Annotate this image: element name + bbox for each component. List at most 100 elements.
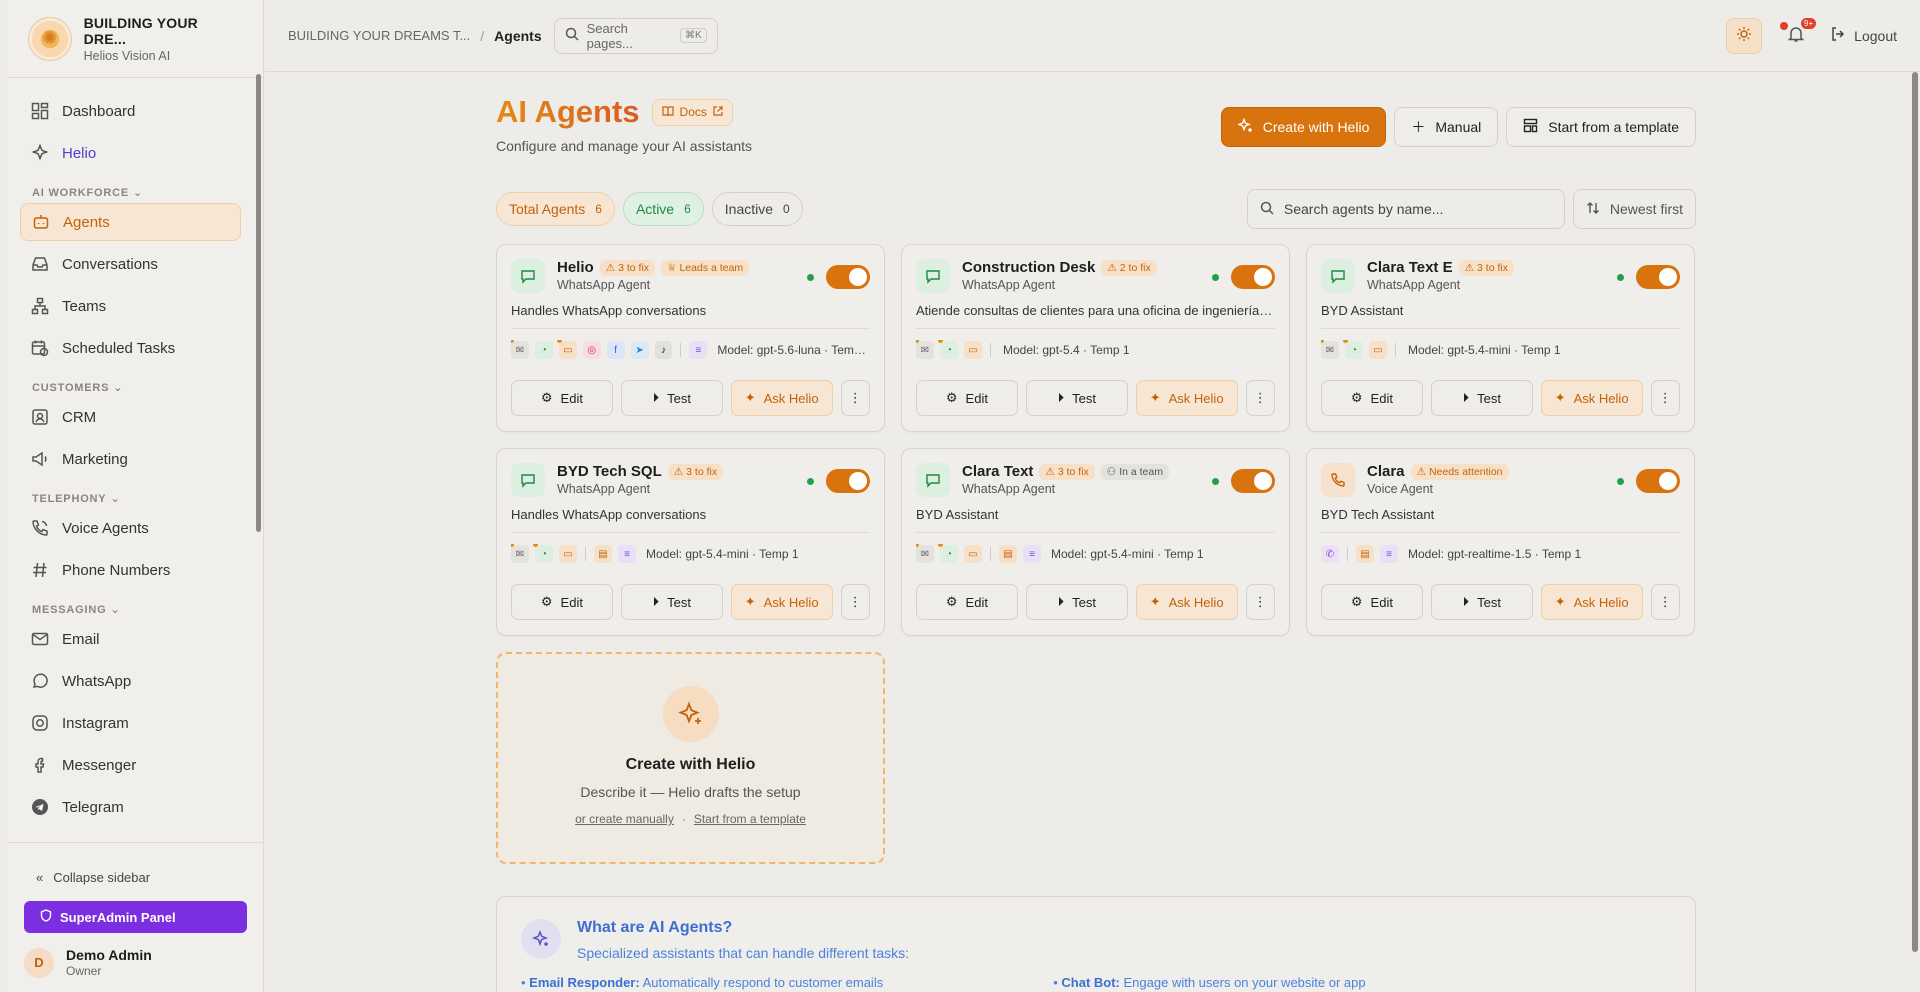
agent-enabled-toggle[interactable]	[826, 265, 870, 289]
agent-card[interactable]: Clara Text E ⚠ 3 to fix WhatsApp Agent BY…	[1306, 244, 1695, 432]
megaphone-icon	[30, 449, 50, 469]
theme-toggle-button[interactable]	[1726, 17, 1763, 54]
manual-button[interactable]: ＋ Manual	[1394, 107, 1499, 147]
sidebar-item-scheduled-tasks[interactable]: Scheduled Tasks	[20, 329, 241, 367]
agent-enabled-toggle[interactable]	[1636, 469, 1680, 493]
more-options-button[interactable]: ⋮	[1650, 584, 1680, 620]
sidebar-item-phone-numbers[interactable]: Phone Numbers	[20, 551, 241, 589]
edit-button[interactable]: ⚙ Edit	[511, 380, 613, 416]
test-button[interactable]: ⏵ Test	[620, 380, 723, 416]
agent-card[interactable]: BYD Tech SQL ⚠ 3 to fix WhatsApp Agent Ha…	[496, 448, 885, 636]
edit-label: Edit	[1370, 390, 1393, 406]
edit-button[interactable]: ⚙ Edit	[916, 380, 1018, 416]
ask-label: Ask Helio	[763, 390, 819, 406]
edit-label: Edit	[965, 594, 988, 610]
more-options-button[interactable]: ⋮	[1245, 584, 1275, 620]
agent-enabled-toggle[interactable]	[1231, 469, 1275, 493]
logout-button[interactable]: Logout	[1830, 26, 1897, 45]
mail-icon: ✉	[511, 544, 529, 563]
info-list-item: • Email Responder: Automatically respond…	[521, 975, 884, 990]
filter-inactive[interactable]: Inactive 0	[711, 192, 803, 226]
start-from-template-button[interactable]: Start from a template	[1506, 107, 1696, 147]
test-button[interactable]: ⏵ Test	[1025, 380, 1128, 416]
sidebar-item-email[interactable]: Email	[20, 620, 241, 658]
agent-card[interactable]: Helio ⚠ 3 to fix ♕ Leads a team WhatsApp A…	[496, 244, 885, 432]
agent-enabled-toggle[interactable]	[826, 469, 870, 493]
section-ai-workforce[interactable]: AI WORKFORCE ⌄	[32, 186, 229, 200]
create-agent-card[interactable]: Create with Helio Describe it — Helio dr…	[496, 652, 885, 864]
edit-button[interactable]: ⚙ Edit	[511, 584, 613, 620]
breadcrumb-root[interactable]: BUILDING YOUR DREAMS T...	[288, 28, 470, 43]
ask-helio-button[interactable]: ✦ Ask Helio	[1540, 380, 1643, 416]
agent-enabled-toggle[interactable]	[1636, 265, 1680, 289]
create-manually-link[interactable]: or create manually	[575, 812, 674, 826]
filter-count: 6	[684, 202, 691, 216]
sidebar-item-telegram[interactable]: Telegram	[20, 788, 241, 826]
filter-total-agents[interactable]: Total Agents 6	[496, 192, 615, 226]
more-options-button[interactable]: ⋮	[1650, 380, 1680, 416]
page-scrollbar[interactable]	[1908, 72, 1920, 992]
superadmin-panel-button[interactable]: SuperAdmin Panel	[24, 901, 247, 933]
collapse-sidebar-button[interactable]: « Collapse sidebar	[8, 843, 263, 889]
more-options-button[interactable]: ⋮	[840, 380, 870, 416]
edit-button[interactable]: ⚙ Edit	[1321, 380, 1423, 416]
facebook-icon: f	[606, 341, 625, 359]
ask-helio-button[interactable]: ✦ Ask Helio	[730, 380, 833, 416]
sidebar-item-voice-agents[interactable]: Voice Agents	[20, 509, 241, 547]
search-agents-input[interactable]: Search agents by name...	[1246, 189, 1565, 229]
more-options-button[interactable]: ⋮	[840, 584, 870, 620]
brand-title: BUILDING YOUR DRE...	[83, 14, 198, 47]
notifications-button[interactable]: 9+	[1780, 17, 1817, 48]
sidebar-item-instagram[interactable]: Instagram	[20, 704, 241, 742]
test-button[interactable]: ⏵ Test	[620, 584, 723, 620]
agent-card[interactable]: Clara ⚠ Needs attention Voice Agent BYD T…	[1306, 448, 1695, 636]
more-options-button[interactable]: ⋮	[1245, 380, 1275, 416]
ask-helio-button[interactable]: ✦ Ask Helio	[1135, 584, 1238, 620]
create-with-helio-button[interactable]: Create with Helio	[1220, 107, 1387, 147]
divider	[990, 343, 991, 357]
ask-helio-button[interactable]: ✦ Ask Helio	[1135, 380, 1238, 416]
section-messaging[interactable]: MESSAGING ⌄	[32, 603, 229, 617]
sidebar-item-dashboard[interactable]: Dashboard	[20, 92, 241, 130]
sidebar-item-teams[interactable]: Teams	[20, 287, 241, 325]
section-telephony[interactable]: TELEPHONY ⌄	[32, 492, 229, 506]
search-pages-input[interactable]: Search pages... ⌘K	[553, 17, 718, 54]
brand[interactable]: ✺ BUILDING YOUR DRE... Helios Vision AI	[8, 0, 263, 78]
agent-card[interactable]: Construction Desk ⚠ 2 to fix WhatsApp Age…	[901, 244, 1290, 432]
sort-arrows-icon	[1586, 201, 1600, 218]
agent-enabled-toggle[interactable]	[1231, 265, 1275, 289]
sidebar-scrollbar[interactable]	[256, 74, 261, 532]
start-from-template-link[interactable]: Start from a template	[694, 812, 806, 826]
test-button[interactable]: ⏵ Test	[1430, 584, 1533, 620]
agent-card[interactable]: Clara Text ⚠ 3 to fix ⚇ In a team WhatsApp…	[901, 448, 1290, 636]
model-info: Model: gpt-5.4-mini · Temp 1	[1408, 343, 1561, 357]
info-item-label: Email Responder:	[529, 975, 640, 990]
sidebar-item-helio[interactable]: Helio	[20, 134, 241, 172]
issues-label: 3 to fix	[1477, 261, 1508, 274]
agent-type: WhatsApp Agent	[962, 278, 1056, 292]
filter-active[interactable]: Active 6	[622, 192, 704, 226]
edit-button[interactable]: ⚙ Edit	[916, 584, 1018, 620]
more-vertical-icon: ⋮	[848, 390, 862, 405]
test-button[interactable]: ⏵ Test	[1025, 584, 1128, 620]
info-item-label: Chat Bot:	[1061, 975, 1120, 990]
ask-helio-button[interactable]: ✦ Ask Helio	[1540, 584, 1643, 620]
test-button[interactable]: ⏵ Test	[1430, 380, 1533, 416]
sidebar-item-messenger[interactable]: Messenger	[20, 746, 241, 784]
docs-link[interactable]: Docs	[651, 98, 733, 126]
user-menu[interactable]: D Demo Admin Owner	[24, 947, 247, 978]
agent-description: BYD Assistant	[916, 507, 1275, 533]
ask-helio-button[interactable]: ✦ Ask Helio	[730, 584, 833, 620]
ask-label: Ask Helio	[1168, 390, 1224, 406]
sidebar-item-conversations[interactable]: Conversations	[20, 245, 241, 283]
sort-dropdown[interactable]: Newest first	[1572, 189, 1696, 229]
status-dot	[807, 273, 814, 281]
edit-button[interactable]: ⚙ Edit	[1321, 584, 1423, 620]
sidebar-item-crm[interactable]: CRM	[20, 398, 241, 436]
sidebar-item-marketing[interactable]: Marketing	[20, 440, 241, 478]
sidebar-item-whatsapp[interactable]: WhatsApp	[20, 662, 241, 700]
page-scrollbar-thumb[interactable]	[1912, 72, 1918, 952]
chat-icon: ▭	[1369, 341, 1387, 359]
sidebar-item-agents[interactable]: Agents	[20, 203, 241, 241]
section-customers[interactable]: CUSTOMERS ⌄	[32, 381, 229, 395]
